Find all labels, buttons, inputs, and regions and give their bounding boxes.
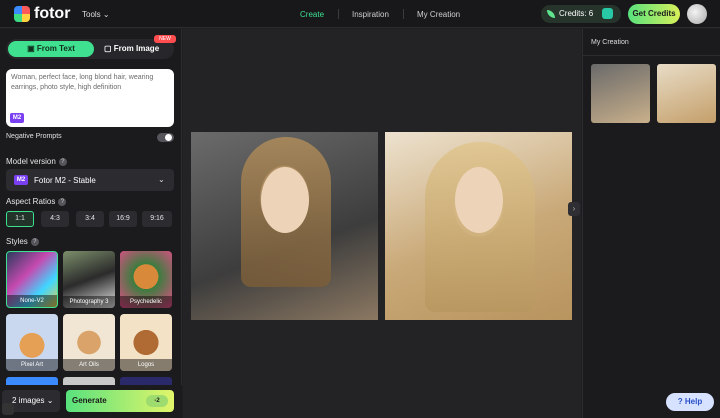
chevron-down-icon: ⌄ (102, 10, 110, 19)
style-none-v2[interactable]: None-V2 (6, 251, 58, 308)
model-badge: M2 (14, 175, 28, 185)
style-thumbnail-partial[interactable] (6, 377, 58, 385)
aspect-16-9[interactable]: 16:9 (109, 211, 137, 227)
tools-label: Tools (82, 10, 101, 19)
style-thumbnail-partial[interactable] (120, 377, 172, 385)
style-thumbnail-partial[interactable] (63, 377, 115, 385)
styles-text: Styles (6, 237, 28, 246)
tab-from-text[interactable]: ▣ From Text (8, 41, 94, 57)
aspect-ratios-text: Aspect Ratios (6, 197, 56, 206)
style-caption: Photography 3 (63, 296, 115, 308)
face-shape (455, 167, 503, 233)
styles-label: Styles? (6, 237, 39, 246)
creation-thumbnail[interactable] (591, 64, 650, 123)
logo-text[interactable]: fotor (34, 5, 70, 23)
style-art-oils[interactable]: Art Oils (63, 314, 115, 371)
left-panel: ▣ From Text ▢ From Image NEW Woman, perf… (0, 29, 182, 418)
model-select[interactable]: M2 Fotor M2 - Stable ⌄ (6, 169, 174, 191)
credits-display[interactable]: Credits: 6 (541, 5, 621, 23)
aspect-3-4[interactable]: 3:4 (76, 211, 104, 227)
fotor-logo-icon[interactable] (14, 6, 30, 22)
credits-card-icon[interactable] (602, 8, 613, 19)
mode-tabs: ▣ From Text ▢ From Image NEW (6, 35, 176, 59)
aspect-9-16[interactable]: 9:16 (142, 211, 172, 227)
canvas-area (183, 29, 581, 418)
divider (403, 9, 404, 19)
help-icon: ? (677, 397, 683, 406)
top-bar: fotor Tools ⌄ Create Inspiration My Crea… (0, 0, 720, 28)
generate-button[interactable]: Generate -2 (66, 390, 174, 412)
style-psychedelic[interactable]: Psychedelic (120, 251, 172, 308)
generate-label: Generate (72, 396, 107, 405)
get-credits-button[interactable]: Get Credits (628, 4, 680, 24)
avatar[interactable] (687, 4, 707, 24)
link-icon[interactable] (2, 403, 14, 415)
tab-from-image-label: From Image (113, 44, 160, 53)
help-icon[interactable]: ? (58, 197, 67, 206)
style-caption: Psychedelic (120, 296, 172, 308)
style-pixel-art[interactable]: Pixel Art (6, 314, 58, 371)
image-count-value: 2 images (12, 396, 45, 405)
chevron-down-icon: ⌄ (46, 396, 54, 405)
style-caption: Logos (120, 359, 172, 371)
tab-from-text-label: From Text (36, 44, 75, 53)
style-logos[interactable]: Logos (120, 314, 172, 371)
style-photography-3[interactable]: Photography 3 (63, 251, 115, 308)
model-badge: M2 (10, 113, 24, 123)
aspect-ratios-label: Aspect Ratios? (6, 197, 67, 206)
model-version-text: Model version (6, 157, 56, 166)
nav-create[interactable]: Create (300, 10, 324, 19)
collapse-panel-icon[interactable]: › (568, 202, 580, 216)
aspect-4-3[interactable]: 4:3 (41, 211, 69, 227)
image-icon: ▢ (104, 44, 112, 53)
credits-label: Credits: 6 (559, 9, 594, 18)
model-version-label: Model version? (6, 157, 67, 166)
help-icon[interactable]: ? (58, 157, 67, 166)
model-value: Fotor M2 - Stable (34, 176, 96, 185)
generate-bar: 2 images ⌄ Generate -2 (0, 385, 182, 418)
prompt-input[interactable]: Woman, perfect face, long blond hair, we… (6, 69, 174, 127)
prompt-text: Woman, perfect face, long blond hair, we… (11, 74, 154, 91)
negative-prompts-toggle[interactable] (157, 133, 174, 142)
help-button[interactable]: ? Help (666, 393, 714, 411)
negative-prompts-label: Negative Prompts (6, 133, 62, 140)
aspect-1-1[interactable]: 1:1 (6, 211, 34, 227)
tools-menu[interactable]: Tools ⌄ (82, 10, 110, 19)
creation-thumbnail[interactable] (657, 64, 716, 123)
help-icon[interactable]: ? (30, 237, 39, 246)
help-label: Help (684, 397, 703, 406)
chevron-down-icon: ⌄ (158, 175, 165, 184)
right-panel: My Creation (582, 29, 720, 418)
face-shape (261, 167, 309, 233)
generated-image-1[interactable] (191, 132, 378, 320)
nav-inspiration[interactable]: Inspiration (352, 10, 389, 19)
divider (338, 9, 339, 19)
credit-cost-badge: -2 (146, 395, 168, 407)
generated-image-2[interactable] (385, 132, 572, 320)
leaf-icon (547, 10, 555, 18)
nav-my-creation[interactable]: My Creation (417, 10, 460, 19)
divider (583, 55, 720, 56)
tab-from-image[interactable]: ▢ From Image (104, 41, 172, 57)
style-caption: None-V2 (7, 295, 57, 307)
new-badge: NEW (154, 35, 176, 43)
my-creation-title: My Creation (591, 39, 629, 46)
toggle-knob (165, 134, 172, 141)
style-caption: Art Oils (63, 359, 115, 371)
style-caption: Pixel Art (6, 359, 58, 371)
